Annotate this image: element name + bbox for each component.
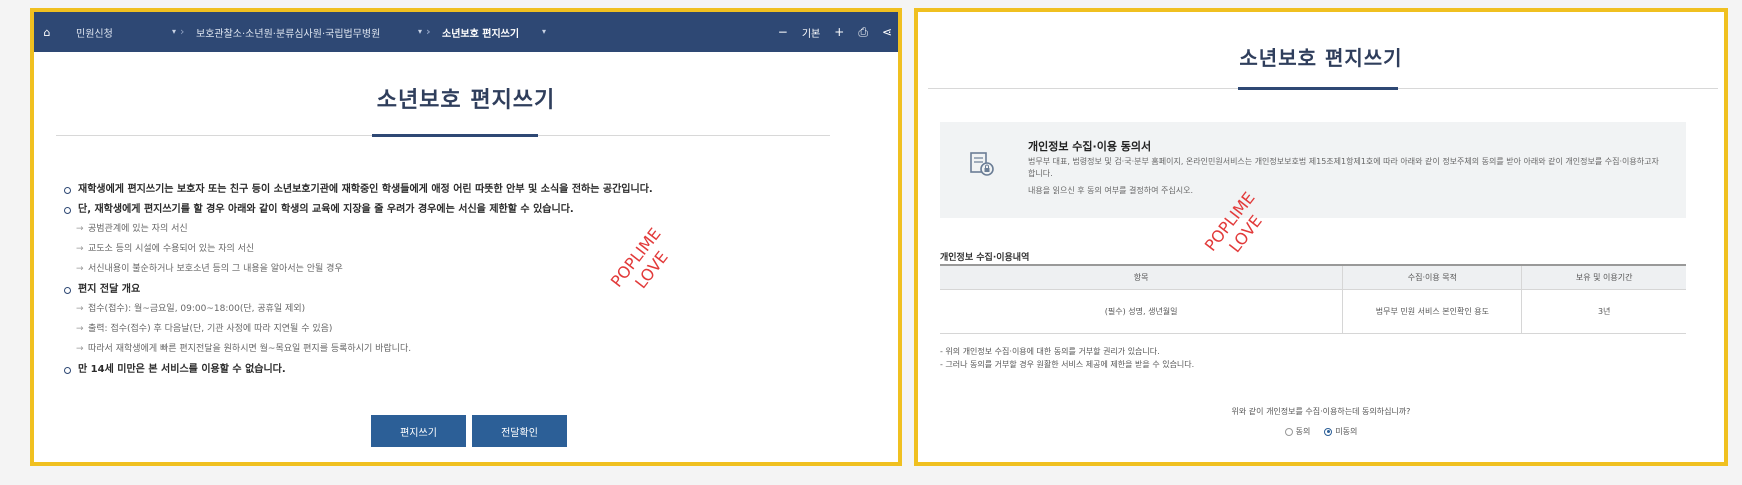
table-header-cell: 보유 및 이용기간: [1521, 264, 1686, 290]
left-screenshot-panel: ⌂ 민원신청 ▾ › 보호관찰소·소년원·분류심사원·국립법무병원 ▾ › 소년…: [30, 8, 902, 466]
table-row: (필수) 성명, 생년월일 법무부 민원 서비스 본인확인 용도 3년: [940, 289, 1686, 334]
agree-question: 위와 같이 개인정보를 수집·이용하는데 동의하십니까?: [1231, 407, 1411, 416]
delivery-check-button[interactable]: 전달확인: [472, 415, 567, 447]
radio-label: 미동의: [1335, 427, 1358, 436]
home-icon[interactable]: ⌂: [34, 12, 60, 52]
table-header-cell: 수집·이용 목적: [1342, 264, 1522, 290]
radio-agree[interactable]: 동의: [1284, 426, 1311, 437]
consent-text: 법무부 대표, 법령정보 및 검·국·분부 홈페이지, 온라인민원서비스는 개인…: [1028, 157, 1659, 178]
chevron-down-icon: ▾: [417, 27, 422, 36]
title-accent-bar: [1238, 87, 1398, 90]
notice-bullet: 단, 재학생에게 편지쓰기를 할 경우 아래와 같이 학생의 교육에 지장을 줄…: [64, 204, 864, 224]
table-header-row: 항목 수집·이용 목적 보유 및 이용기간: [940, 264, 1686, 290]
section-label: 개인정보 수집·이용내역: [940, 253, 1030, 263]
document-lock-icon: [970, 152, 994, 176]
breadcrumb-level-1[interactable]: 민원신청 ▾: [60, 12, 180, 52]
consent-table: 항목 수집·이용 목적 보유 및 이용기간 (필수) 성명, 생년월일 법무부 …: [940, 264, 1686, 334]
zoom-in-icon[interactable]: +: [834, 25, 844, 39]
notice-sub-item: 출력: 접수(접수) 후 다음날(단, 기관 사정에 따라 지연될 수 있음): [64, 324, 864, 344]
share-icon[interactable]: ⋖: [882, 25, 892, 39]
action-buttons: 편지쓰기 전달확인: [371, 415, 567, 447]
print-icon[interactable]: ⎙: [858, 25, 868, 40]
notice-sub-item: 교도소 등의 시설에 수용되어 있는 자의 서신: [64, 244, 864, 264]
consent-title: 개인정보 수집·이용 동의서: [1028, 140, 1152, 153]
consent-text: 내용을 읽으신 후 동의 여부를 결정하여 주십시오.: [1028, 186, 1193, 196]
agree-radio-group: 동의 미동의: [918, 426, 1724, 437]
radio-circle[interactable]: [1284, 427, 1293, 436]
consent-notes: - 위의 개인정보 수집·이용에 대한 동의를 거부할 권리가 있습니다. - …: [940, 346, 1194, 372]
radio-label: 동의: [1295, 427, 1311, 436]
note-line: - 위의 개인정보 수집·이용에 대한 동의를 거부할 권리가 있습니다.: [940, 347, 1160, 356]
breadcrumb-level-2[interactable]: › 보호관찰소·소년원·분류심사원·국립법무병원 ▾: [180, 12, 426, 52]
breadcrumb-label: 소년보호 편지쓰기: [442, 28, 520, 40]
chevron-right-icon: ›: [180, 25, 185, 38]
chevron-down-icon: ▾: [171, 27, 176, 36]
notice-list: 재학생에게 편지쓰기는 보호자 또는 친구 등이 소년보호기관에 재학중인 학생…: [64, 184, 864, 384]
right-screenshot-panel: 소년보호 편지쓰기 개인정보 수집·이용 동의서 법무부 대표, 법령정보 및 …: [914, 8, 1728, 466]
font-size-label: 기본: [801, 28, 821, 40]
top-nav-bar: ⌂ 민원신청 ▾ › 보호관찰소·소년원·분류심사원·국립법무병원 ▾ › 소년…: [34, 12, 898, 52]
notice-sub-item: 따라서 재학생에게 빠른 편지전달을 원하시면 월~목요일 편지를 등록하시기 …: [64, 344, 864, 364]
consent-body: 법무부 대표, 법령정보 및 검·국·분부 홈페이지, 온라인민원서비스는 개인…: [1028, 156, 1668, 197]
notice-sub-item: 서신내용이 불순하거나 보호소년 등의 그 내용을 알아서는 안될 경우: [64, 264, 864, 284]
table-cell: (필수) 성명, 생년월일: [940, 289, 1343, 334]
table-cell: 3년: [1521, 289, 1686, 334]
radio-circle[interactable]: [1324, 427, 1333, 436]
write-letter-button[interactable]: 편지쓰기: [371, 415, 466, 447]
notice-sub-item: 접수(접수): 월~금요일, 09:00~18:00(단, 공휴일 제외): [64, 304, 864, 324]
chevron-right-icon: ›: [426, 25, 431, 38]
radio-disagree[interactable]: 미동의: [1324, 426, 1357, 437]
notice-sub-item: 공범관계에 있는 자의 서신: [64, 224, 864, 244]
breadcrumb-label: 민원신청: [76, 28, 113, 40]
notice-bullet: 재학생에게 편지쓰기는 보호자 또는 친구 등이 소년보호기관에 재학중인 학생…: [64, 184, 864, 204]
notice-bullet: 만 14세 미만은 본 서비스를 이용할 수 없습니다.: [64, 364, 864, 384]
consent-box: 개인정보 수집·이용 동의서 법무부 대표, 법령정보 및 검·국·분부 홈페이…: [940, 122, 1686, 218]
breadcrumb-level-3[interactable]: › 소년보호 편지쓰기 ▾: [426, 12, 550, 52]
page-title: 소년보호 편지쓰기: [376, 88, 556, 113]
chevron-down-icon: ▾: [541, 27, 546, 36]
page-title: 소년보호 편지쓰기: [1239, 46, 1403, 70]
breadcrumb-label: 보호관찰소·소년원·분류심사원·국립법무병원: [196, 28, 381, 40]
table-cell: 법무부 민원 서비스 본인확인 용도: [1342, 289, 1522, 334]
notice-bullet: 편지 전달 개요: [64, 284, 864, 304]
table-header-cell: 항목: [940, 264, 1343, 290]
note-line: - 그러나 동의를 거부할 경우 원활한 서비스 제공에 제한을 받을 수 있습…: [940, 359, 1195, 369]
zoom-out-icon[interactable]: −: [778, 25, 788, 39]
title-accent-bar: [372, 134, 538, 137]
nav-tools: − 기본 + ⎙ ⋖: [778, 12, 892, 52]
